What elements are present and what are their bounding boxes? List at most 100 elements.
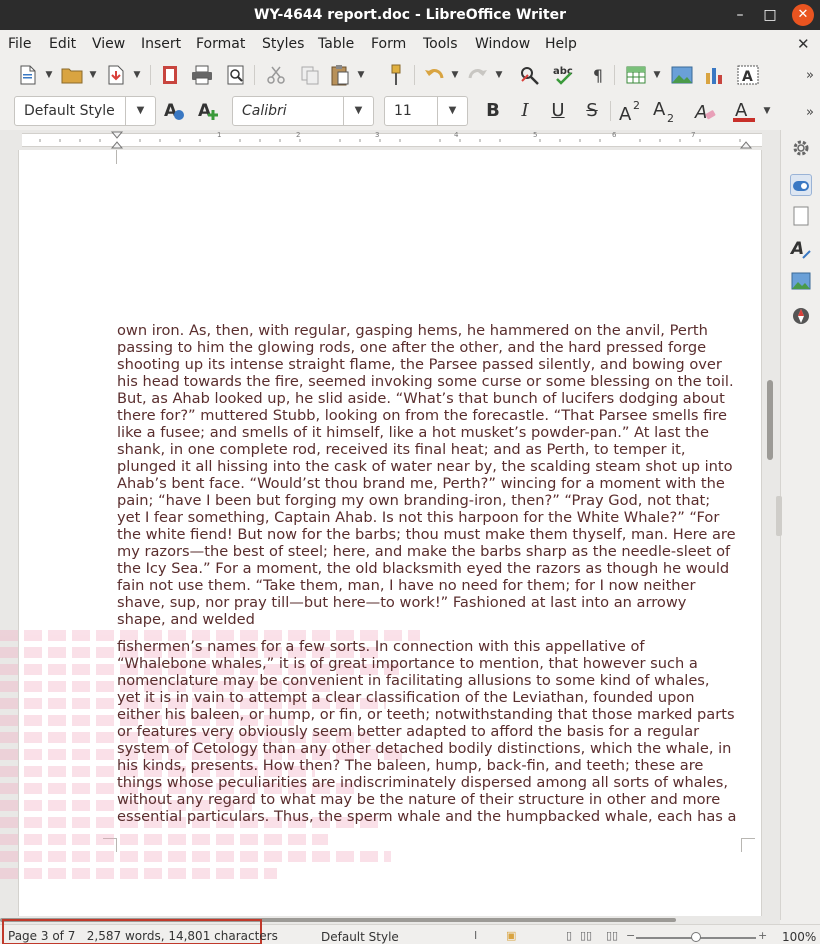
status-word-count-box[interactable]: Page 3 of 7 2,587 words, 14,801 characte… xyxy=(2,919,278,944)
text-line[interactable]: nomenclature may be convenient in facili… xyxy=(117,672,747,689)
text-line[interactable]: or features very obviously seem better a… xyxy=(117,723,747,740)
undo-icon[interactable] xyxy=(422,63,446,87)
vertical-scrollbar[interactable] xyxy=(764,150,776,920)
text-line[interactable]: passing to him the glowing rods, one aft… xyxy=(117,339,747,356)
chevron-down-icon[interactable]: ▼ xyxy=(132,67,142,83)
multi-page-view-icon[interactable]: ▯▯ xyxy=(580,929,592,942)
save-status-icon[interactable]: ▣ xyxy=(506,929,516,942)
spelling-icon[interactable]: abc xyxy=(552,63,576,87)
menu-view[interactable]: View xyxy=(92,30,125,58)
text-line[interactable]: my razors—the best of steel; here, and m… xyxy=(117,543,747,560)
zoom-slider-knob[interactable] xyxy=(691,932,701,942)
new-document-icon[interactable] xyxy=(16,63,40,87)
text-line[interactable]: shape, and welded xyxy=(117,611,747,628)
text-line[interactable]: essential particulars. Thus, the sperm w… xyxy=(117,808,747,825)
paragraph[interactable]: own iron. As, then, with regular, gaspin… xyxy=(117,322,747,628)
text-line[interactable]: the Icy Sea.” For a moment, the old blac… xyxy=(117,560,747,577)
text-line[interactable]: plunged it all hissing into the cask of … xyxy=(117,458,747,475)
text-line[interactable]: yet it is in vain to attempt a clear cla… xyxy=(117,689,747,706)
close-window-button[interactable]: ✕ xyxy=(792,4,814,26)
menu-edit[interactable]: Edit xyxy=(49,30,76,58)
chevron-down-icon[interactable]: ▼ xyxy=(125,97,155,125)
book-view-icon[interactable]: ▯▯ xyxy=(606,929,618,942)
single-page-view-icon[interactable]: ▯ xyxy=(566,929,572,942)
text-line[interactable]: his head towards the fire, seemed invoki… xyxy=(117,373,747,390)
gallery-icon[interactable] xyxy=(790,272,812,294)
more-options-icon[interactable]: » xyxy=(802,63,818,87)
close-document-button[interactable]: ✕ xyxy=(797,30,810,58)
chevron-down-icon[interactable]: ▼ xyxy=(450,67,460,83)
properties-icon[interactable] xyxy=(790,174,812,196)
insert-text-box-icon[interactable]: A xyxy=(736,63,760,87)
export-pdf-icon[interactable] xyxy=(158,63,182,87)
page-icon[interactable] xyxy=(790,206,812,228)
underline-button[interactable]: U xyxy=(546,99,570,123)
text-line[interactable]: own iron. As, then, with regular, gaspin… xyxy=(117,322,747,339)
zoom-level[interactable]: 100% xyxy=(782,930,816,944)
insert-image-icon[interactable] xyxy=(670,63,694,87)
text-line[interactable]: things whose peculiarities are indiscrim… xyxy=(117,774,747,791)
text-line[interactable]: “Whalebone whales,” it is of great impor… xyxy=(117,655,747,672)
menu-styles[interactable]: Styles xyxy=(262,30,304,58)
print-preview-icon[interactable] xyxy=(224,63,248,87)
menu-form[interactable]: Form xyxy=(371,30,406,58)
text-line[interactable]: shank, in one complete rod, received its… xyxy=(117,441,747,458)
vertical-scroll-thumb[interactable] xyxy=(767,380,773,460)
menu-table[interactable]: Table xyxy=(318,30,354,58)
zoom-in-icon[interactable]: + xyxy=(758,929,767,942)
font-color-icon[interactable]: A xyxy=(732,99,756,123)
text-line[interactable]: pain; “have I been but forging my own br… xyxy=(117,492,747,509)
superscript-icon[interactable]: A2 xyxy=(618,99,642,125)
menu-file[interactable]: File xyxy=(8,30,31,58)
text-line[interactable]: his kinds, presents. How then? The balee… xyxy=(117,757,747,774)
menu-tools[interactable]: Tools xyxy=(423,30,458,58)
insert-table-icon[interactable] xyxy=(624,63,648,87)
open-folder-icon[interactable] xyxy=(60,63,84,87)
text-line[interactable]: either his baleen, or hump, or fin, or t… xyxy=(117,706,747,723)
menu-help[interactable]: Help xyxy=(545,30,577,58)
chevron-down-icon[interactable]: ▼ xyxy=(44,67,54,83)
menu-format[interactable]: Format xyxy=(196,30,245,58)
chevron-down-icon[interactable]: ▼ xyxy=(762,103,772,119)
formatting-marks-icon[interactable]: ¶ xyxy=(586,63,610,87)
maximize-button[interactable]: □ xyxy=(760,5,780,25)
chevron-down-icon[interactable]: ▼ xyxy=(437,97,467,125)
clone-formatting-icon[interactable] xyxy=(384,63,408,87)
insert-chart-icon[interactable] xyxy=(702,63,726,87)
subscript-icon[interactable]: A2 xyxy=(652,99,676,125)
save-icon[interactable] xyxy=(104,63,128,87)
update-style-icon[interactable]: A xyxy=(162,99,186,123)
text-line[interactable]: like a fusee; and smells of it himself, … xyxy=(117,424,747,441)
chevron-down-icon[interactable]: ▼ xyxy=(494,67,504,83)
find-replace-icon[interactable] xyxy=(518,63,542,87)
paragraph-style-combo[interactable]: Default Style ▼ xyxy=(14,96,156,126)
chevron-down-icon[interactable]: ▼ xyxy=(88,67,98,83)
redo-icon[interactable] xyxy=(466,63,490,87)
text-line[interactable]: there for?” muttered Stubb, looking on f… xyxy=(117,407,747,424)
document-canvas[interactable]: own iron. As, then, with regular, gaspin… xyxy=(0,150,780,920)
menu-window[interactable]: Window xyxy=(475,30,530,58)
text-line[interactable]: shooting up its intense straight flame, … xyxy=(117,356,747,373)
text-line[interactable]: shave, sup, nor pray till—but here—to wo… xyxy=(117,594,747,611)
new-style-icon[interactable]: A xyxy=(196,99,220,123)
chevron-down-icon[interactable]: ▼ xyxy=(652,67,662,83)
text-line[interactable]: fain not use them. “Take them, man, I ha… xyxy=(117,577,747,594)
font-name-combo[interactable]: Calibri ▼ xyxy=(232,96,374,126)
text-line[interactable]: Ahab’s bent face. “Would’st thou brand m… xyxy=(117,475,747,492)
font-size-combo[interactable]: 11 ▼ xyxy=(384,96,468,126)
status-page-style[interactable]: Default Style xyxy=(321,930,399,944)
navigator-icon[interactable] xyxy=(790,306,812,328)
cut-icon[interactable] xyxy=(264,63,288,87)
zoom-out-icon[interactable]: − xyxy=(626,929,635,942)
italic-button[interactable]: I xyxy=(513,99,537,123)
more-options-icon[interactable]: » xyxy=(802,100,818,124)
text-line[interactable]: without any regard to what may be the na… xyxy=(117,791,747,808)
gear-icon[interactable] xyxy=(790,138,812,160)
strikethrough-button[interactable]: S xyxy=(580,99,604,123)
clear-formatting-icon[interactable]: A xyxy=(694,99,718,123)
text-line[interactable]: the white fiend! But now for the barbs; … xyxy=(117,526,747,543)
text-line[interactable]: system of Cetology than any other detach… xyxy=(117,740,747,757)
minimize-button[interactable]: – xyxy=(730,5,750,25)
styles-icon[interactable]: A xyxy=(789,238,812,260)
paste-icon[interactable] xyxy=(328,63,352,87)
